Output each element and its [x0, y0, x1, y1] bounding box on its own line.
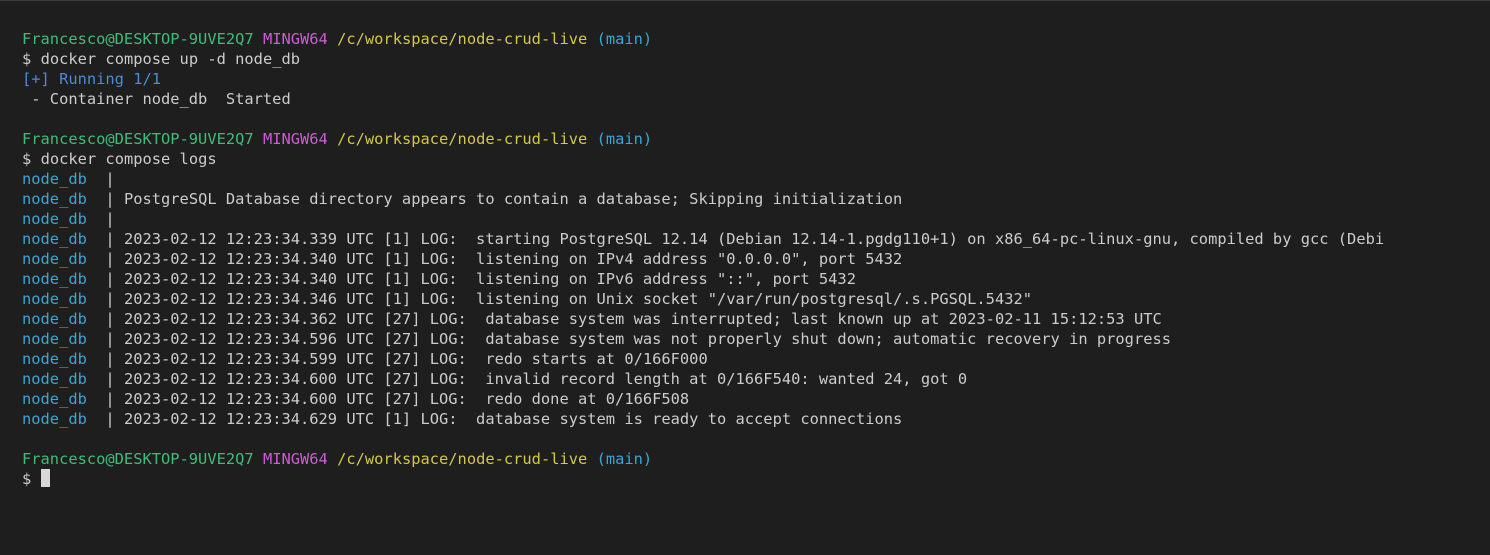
log-service: node_db	[22, 410, 87, 428]
log-line: node_db | 2023-02-12 12:23:34.600 UTC [2…	[22, 369, 1490, 389]
prompt-user-host: Francesco@DESKTOP-9UVE2Q7	[22, 450, 254, 468]
log-service: node_db	[22, 190, 87, 208]
log-service: node_db	[22, 210, 87, 228]
log-service: node_db	[22, 250, 87, 268]
prompt-line: Francesco@DESKTOP-9UVE2Q7 MINGW64 /c/wor…	[22, 129, 1490, 149]
log-message: 2023-02-12 12:23:34.340 UTC [1] LOG: lis…	[123, 270, 856, 288]
log-message: 2023-02-12 12:23:34.346 UTC [1] LOG: lis…	[123, 290, 1033, 308]
log-separator: |	[86, 210, 124, 228]
prompt-symbol: $	[22, 50, 32, 68]
log-message: 2023-02-12 12:23:34.340 UTC [1] LOG: lis…	[123, 250, 903, 268]
log-message: 2023-02-12 12:23:34.599 UTC [27] LOG: re…	[123, 350, 708, 368]
command-text: docker compose logs	[40, 150, 217, 168]
log-line: node_db | 2023-02-12 12:23:34.596 UTC [2…	[22, 329, 1490, 349]
log-service: node_db	[22, 310, 87, 328]
log-separator: |	[86, 170, 124, 188]
log-separator: |	[86, 230, 124, 248]
prompt-symbol: $	[22, 150, 32, 168]
log-separator: |	[86, 350, 124, 368]
log-service: node_db	[22, 170, 87, 188]
log-message: 2023-02-12 12:23:34.629 UTC [1] LOG: dat…	[123, 410, 903, 428]
log-service: node_db	[22, 370, 87, 388]
log-separator: |	[86, 330, 124, 348]
prompt-symbol: $	[22, 470, 32, 488]
prompt-system: MINGW64	[262, 30, 328, 48]
log-line: node_db |	[22, 209, 1490, 229]
log-service: node_db	[22, 270, 87, 288]
log-service: node_db	[22, 230, 87, 248]
command-line: $ docker compose up -d node_db	[22, 49, 1490, 69]
active-input-line[interactable]: $	[22, 469, 1490, 489]
log-separator: |	[86, 370, 124, 388]
log-line: node_db | 2023-02-12 12:23:34.340 UTC [1…	[22, 269, 1490, 289]
log-line: node_db | 2023-02-12 12:23:34.629 UTC [1…	[22, 409, 1490, 429]
prompt-branch: (main)	[596, 30, 653, 48]
prompt-line: Francesco@DESKTOP-9UVE2Q7 MINGW64 /c/wor…	[22, 29, 1490, 49]
command-line: $ docker compose logs	[22, 149, 1490, 169]
prompt-system: MINGW64	[262, 130, 328, 148]
log-separator: |	[86, 410, 124, 428]
log-line: node_db | PostgreSQL Database directory …	[22, 189, 1490, 209]
log-separator: |	[86, 310, 124, 328]
log-line: node_db | 2023-02-12 12:23:34.600 UTC [2…	[22, 389, 1490, 409]
log-line: node_db | 2023-02-12 12:23:34.346 UTC [1…	[22, 289, 1490, 309]
prompt-branch: (main)	[596, 130, 653, 148]
log-line: node_db | 2023-02-12 12:23:34.599 UTC [2…	[22, 349, 1490, 369]
prompt-path: /c/workspace/node-crud-live	[337, 450, 588, 468]
log-separator: |	[86, 390, 124, 408]
log-separator: |	[86, 190, 124, 208]
log-separator: |	[86, 290, 124, 308]
log-message: 2023-02-12 12:23:34.362 UTC [27] LOG: da…	[123, 310, 1162, 328]
log-line: node_db | 2023-02-12 12:23:34.362 UTC [2…	[22, 309, 1490, 329]
log-line: node_db | 2023-02-12 12:23:34.339 UTC [1…	[22, 229, 1490, 249]
text-cursor	[40, 469, 50, 487]
log-message: 2023-02-12 12:23:34.596 UTC [27] LOG: da…	[123, 330, 1172, 348]
log-service: node_db	[22, 290, 87, 308]
log-line: node_db | 2023-02-12 12:23:34.340 UTC [1…	[22, 249, 1490, 269]
log-separator: |	[86, 250, 124, 268]
prompt-user-host: Francesco@DESKTOP-9UVE2Q7	[22, 30, 254, 48]
prompt-line: Francesco@DESKTOP-9UVE2Q7 MINGW64 /c/wor…	[22, 449, 1490, 469]
log-service: node_db	[22, 350, 87, 368]
log-message: 2023-02-12 12:23:34.600 UTC [27] LOG: in…	[123, 370, 968, 388]
output-container-started: - Container node_db Started	[22, 90, 291, 108]
prompt-path: /c/workspace/node-crud-live	[337, 130, 588, 148]
log-message: 2023-02-12 12:23:34.600 UTC [27] LOG: re…	[123, 390, 690, 408]
prompt-system: MINGW64	[262, 450, 328, 468]
log-message: 2023-02-12 12:23:34.339 UTC [1] LOG: sta…	[123, 230, 1385, 248]
prompt-user-host: Francesco@DESKTOP-9UVE2Q7	[22, 130, 254, 148]
prompt-path: /c/workspace/node-crud-live	[337, 30, 588, 48]
terminal-window[interactable]: Francesco@DESKTOP-9UVE2Q7 MINGW64 /c/wor…	[0, 0, 1490, 555]
prompt-branch: (main)	[596, 450, 653, 468]
log-service: node_db	[22, 330, 87, 348]
log-line: node_db |	[22, 169, 1490, 189]
log-message: PostgreSQL Database directory appears to…	[123, 190, 903, 208]
output-running: [+] Running 1/1	[22, 70, 161, 88]
log-service: node_db	[22, 390, 87, 408]
log-separator: |	[86, 270, 124, 288]
command-text: docker compose up -d node_db	[40, 50, 301, 68]
